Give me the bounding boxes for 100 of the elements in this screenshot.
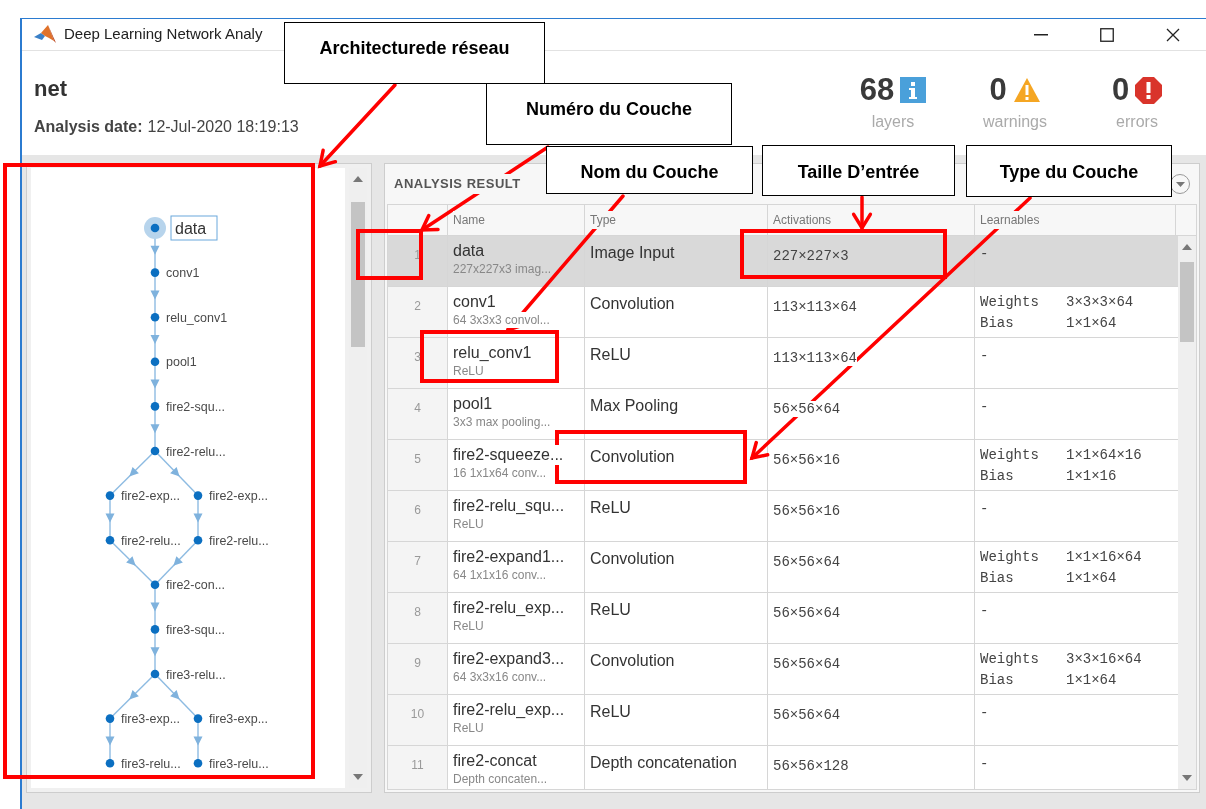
table-row[interactable]: 5 fire2-squeeze... 16 1x1x64 conv... Convolution 56×56×16 Weights 1×1×64×16 Bias 1×1×16	[388, 440, 1178, 491]
stat-label: layers	[871, 112, 915, 132]
node-dot[interactable]	[193, 758, 203, 768]
layer-type: Convolution	[590, 652, 675, 669]
callout-label: Nom du Couche	[546, 146, 753, 194]
learnable-name: Weights	[980, 446, 1040, 465]
learnable-name: Weights	[980, 650, 1040, 669]
learnable-size: 1×1×16×64	[1066, 548, 1143, 567]
layer-description: 227x227x3 imag...	[453, 261, 552, 277]
layer-type: ReLU	[590, 499, 631, 516]
node-dot[interactable]	[193, 535, 203, 545]
node-label[interactable]: fire2-squ...	[166, 399, 226, 414]
node-label[interactable]: fire2-relu...	[209, 533, 269, 548]
node-dot[interactable]	[150, 357, 160, 367]
layer-description: 3x3 max pooling...	[453, 414, 551, 430]
learnable-name: Bias	[980, 671, 1015, 690]
node-label[interactable]: fire2-con...	[166, 578, 226, 593]
node-dot[interactable]	[105, 491, 115, 500]
layer-type: Max Pooling	[590, 397, 679, 414]
table-row[interactable]: 4 pool1 3x3 max pooling... Max Pooling 56×56×64 -	[388, 389, 1178, 440]
row-number: 11	[411, 757, 424, 774]
caret-icon	[1175, 181, 1185, 187]
row-number: 10	[410, 706, 425, 723]
learnable-name: Weights	[980, 293, 1040, 312]
node-label[interactable]: fire3-exp...	[121, 712, 181, 727]
node-dot[interactable]	[150, 625, 160, 634]
table-row[interactable]: 7 fire2-expand1... 64 1x1x16 conv... Convolution 56×56×64 Weights 1×1×16×64 Bias 1×1×64	[388, 542, 1178, 593]
table-row[interactable]: 3 relu_conv1 ReLU ReLU 113×113×64 -	[388, 338, 1178, 389]
learnable-size: 1×1×16	[1066, 467, 1118, 486]
layer-type: Image Input	[590, 244, 675, 261]
network-name: net	[34, 75, 68, 103]
node-dot[interactable]	[193, 491, 203, 500]
info-icon	[900, 77, 927, 103]
layer-description: Depth concaten...	[453, 771, 548, 787]
learnable-size: 1×1×64	[1066, 671, 1118, 690]
scroll-down-icon[interactable]	[353, 774, 363, 780]
row-number: 4	[414, 400, 421, 417]
node-dot[interactable]	[150, 446, 160, 456]
panel-title: ANALYSIS RESULT	[394, 174, 521, 194]
learnable-name: Bias	[980, 314, 1015, 333]
layer-name: fire2-relu_exp...	[453, 700, 565, 720]
column-header[interactable]: Learnables	[980, 211, 1040, 229]
node-label[interactable]: fire3-relu...	[166, 667, 226, 682]
node-label[interactable]: fire3-relu...	[121, 756, 181, 771]
error-icon	[1135, 76, 1163, 104]
node-label[interactable]: fire2-exp...	[209, 489, 269, 504]
node-label[interactable]: fire3-exp...	[209, 712, 269, 727]
learnable-size: 1×1×64×16	[1066, 446, 1143, 465]
node-label[interactable]: fire3-squ...	[166, 622, 226, 637]
node-label[interactable]: fire2-relu...	[166, 444, 226, 459]
table-cell: -	[980, 246, 989, 262]
analysis-date: 12-Jul-2020 18:19:13	[147, 117, 299, 137]
row-number: 3	[414, 349, 421, 366]
layer-name: fire2-expand1...	[453, 547, 565, 567]
node-label[interactable]: data	[175, 220, 207, 237]
layer-type: ReLU	[590, 346, 631, 363]
table-row[interactable]: 6 fire2-relu_squ... ReLU ReLU 56×56×16 -	[388, 491, 1178, 542]
table-cell: -	[980, 705, 989, 721]
node-dot[interactable]	[105, 758, 115, 768]
node-dot[interactable]	[193, 714, 203, 723]
node-label[interactable]: conv1	[166, 266, 200, 281]
table-row[interactable]: 10 fire2-relu_exp... ReLU ReLU 56×56×64 -	[388, 695, 1178, 746]
scroll-thumb[interactable]	[1180, 262, 1194, 342]
node-dot[interactable]	[150, 312, 160, 322]
date-label: Analysis date:	[34, 117, 143, 137]
scroll-up-icon[interactable]	[1182, 244, 1192, 250]
learnable-name: Weights	[980, 548, 1040, 567]
learnable-size: 3×3×3×64	[1066, 293, 1135, 312]
node-dot[interactable]	[150, 402, 160, 411]
row-number: 2	[414, 298, 421, 315]
layer-type: ReLU	[590, 601, 631, 618]
node-dot[interactable]	[150, 223, 160, 233]
layer-name: fire2-relu_exp...	[453, 598, 565, 618]
node-label[interactable]: fire2-exp...	[121, 489, 181, 504]
node-dot[interactable]	[150, 268, 160, 277]
stat-count: 0	[989, 73, 1007, 107]
window-title: Deep Learning Network Analy	[64, 24, 263, 45]
node-dot[interactable]	[105, 714, 115, 723]
node-dot[interactable]	[150, 580, 160, 590]
node-dot[interactable]	[150, 669, 160, 679]
scroll-up-icon[interactable]	[353, 176, 363, 182]
learnable-name: Bias	[980, 569, 1015, 588]
table-cell: -	[980, 348, 989, 364]
scrollbar[interactable]	[1178, 236, 1196, 789]
table-row[interactable]: 2 conv1 64 3x3x3 convol... Convolution 113×113×64 Weights 3×3×3×64 Bias 1×1×64	[388, 287, 1178, 338]
node-dot[interactable]	[105, 535, 115, 545]
node-label[interactable]: fire2-relu...	[121, 533, 181, 548]
node-label[interactable]: fire3-relu...	[209, 756, 269, 771]
scroll-down-icon[interactable]	[1182, 775, 1192, 781]
node-label[interactable]: pool1	[166, 355, 197, 370]
node-label[interactable]: relu_conv1	[166, 310, 228, 325]
column-header[interactable]: Type	[590, 211, 616, 229]
row-number: 6	[414, 502, 421, 519]
callout-label: Type du Couche	[966, 145, 1172, 197]
table-row[interactable]: 9 fire2-expand3... 64 3x3x16 conv... Convolution 56×56×64 Weights 3×3×16×64 Bias 1×1×64	[388, 644, 1178, 695]
table-cell: -	[980, 399, 989, 415]
table-row[interactable]: 8 fire2-relu_exp... ReLU ReLU 56×56×64 -	[388, 593, 1178, 644]
activation-size: 56×56×64	[773, 401, 841, 417]
close-icon	[1166, 27, 1180, 42]
callout-label: Architecturede réseau	[284, 22, 545, 84]
